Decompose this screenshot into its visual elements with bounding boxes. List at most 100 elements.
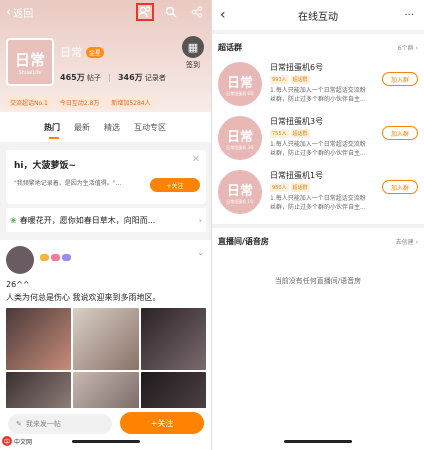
create-live-link[interactable]: 去创建 › — [396, 237, 418, 246]
group-item[interactable]: 日常 日常扭蛋机 1号 日常扭蛋机1号 980人 超话群 1.每人只能加入一个日常超… — [218, 170, 418, 220]
group-avatar-text: 日常 — [226, 129, 253, 145]
badge-icon — [51, 254, 60, 261]
group-item[interactable]: 日常 日常扭蛋机 6号 日常扭蛋机6号 993人 超话群 1.每人只能加入一个日常超… — [218, 62, 418, 112]
group-avatar: 日常 日常扭蛋机 3号 — [218, 116, 262, 160]
chevron-left-icon: ‹ — [6, 5, 12, 20]
group-pills: 交流超话No.1 今日互动2.8万 新增加5284人 — [6, 96, 155, 109]
close-icon[interactable]: ✕ — [192, 154, 200, 165]
group-avatar-subtext: 日常扭蛋机 1号 — [226, 198, 254, 204]
badge-icon — [62, 254, 71, 261]
pill-interactions[interactable]: 今日互动2.8万 — [55, 96, 104, 109]
greeting-title: hi，大菠萝饭~ — [14, 161, 77, 171]
site-logo-icon: 中 — [2, 436, 12, 446]
search-icon[interactable] — [162, 3, 180, 21]
group-stats: 465万 帖子 346万 记录者 — [60, 72, 166, 83]
group-tag: 超话群 — [290, 129, 310, 138]
group-avatar-text: 日常 — [226, 75, 253, 91]
left-screen: ‹ 返回 日常 ShuaiLife 日常 金星 465万 帖子 346万 记录者 — [0, 0, 212, 450]
content-tabs: 热门 最新 精选 互动专区 — [0, 112, 212, 142]
page-header: ‹ 在线互动 ··· — [212, 0, 424, 30]
section-title: 超话群 — [218, 43, 242, 52]
compose-placeholder: 我来发一帖 — [25, 420, 61, 428]
members-label: 记录者 — [144, 74, 166, 82]
members-stat: 346万 记录者 — [118, 72, 166, 83]
back-icon[interactable]: ‹ — [220, 7, 226, 23]
calendar-icon: ▦ — [182, 36, 204, 58]
online-interaction-icon[interactable] — [136, 3, 154, 21]
group-item[interactable]: 日常 日常扭蛋机 3号 日常扭蛋机3号 755人 超话群 1.每人只能加入一个日常超… — [218, 116, 418, 166]
author-badges — [40, 254, 71, 261]
group-avatar: 日常 ShuaiLife — [6, 38, 54, 86]
group-avatar-text: 日常 — [226, 183, 253, 199]
group-avatar: 日常 日常扭蛋机 1号 — [218, 170, 262, 214]
back-button[interactable]: ‹ 返回 — [6, 5, 33, 20]
greeting-card: hi，大菠萝饭~ "我频繁地记录着，是因为生活值得。"... ✕ +关注 — [6, 150, 206, 204]
pill-rank[interactable]: 交流超话No.1 — [6, 96, 52, 109]
join-group-button[interactable]: 加入群 — [382, 72, 418, 86]
avatar-text: 日常 — [14, 50, 45, 69]
announcement-text: 春暖花开，愿你如春日草木，向阳而... — [19, 215, 156, 225]
watermark-text: 中文网 — [14, 438, 33, 446]
stats-divider — [108, 73, 110, 82]
home-indicator — [72, 440, 140, 443]
section-title: 直播间/语音房 — [218, 237, 269, 246]
group-tags: 993人 超话群 — [270, 75, 310, 84]
signin-button[interactable]: ▦ 签到 — [182, 36, 204, 70]
member-count: 980人 — [270, 183, 289, 192]
post-image[interactable] — [73, 308, 139, 370]
post-text-line1: 26^^ — [6, 280, 30, 289]
create-live-label: 去创建 — [395, 239, 414, 246]
post-author-avatar[interactable] — [6, 246, 34, 274]
group-avatar: 日常 日常扭蛋机 6号 — [218, 62, 262, 106]
group-tag: 超话群 — [290, 75, 310, 84]
group-desc: 1.每人只能加入一个日常超话交流粉丝群，防止过多个群的小伙伴自主... — [270, 195, 366, 211]
post-text-line2: 人类为何总是伤心 我说欢迎来到多雨地区。 — [6, 293, 161, 302]
sprout-icon: ❀ — [10, 215, 17, 225]
tab-hot[interactable]: 热门 — [44, 122, 60, 139]
compose-input[interactable]: ✎ 我来发一帖 — [8, 414, 112, 434]
more-icon[interactable]: ··· — [404, 10, 414, 21]
chat-groups-section: 超话群 6个群 › 日常 日常扭蛋机 6号 日常扭蛋机6号 993人 超话群 1.每… — [212, 34, 424, 224]
live-rooms-section: 直播间/语音房 去创建 › 当前没有任何直播间/语音房 — [212, 228, 424, 450]
pencil-icon: ✎ — [16, 420, 22, 428]
signin-label: 签到 — [186, 61, 200, 69]
follow-button[interactable]: +关注 — [120, 412, 204, 434]
chevron-down-icon[interactable]: ⌄ — [197, 248, 204, 257]
members-count: 346万 — [117, 73, 143, 82]
post-card[interactable]: ⌄ 26^^ 人类为何总是伤心 我说欢迎来到多雨地区。 — [0, 240, 212, 434]
greeting-desc: "我频繁地记录着，是因为生活值得。"... — [14, 180, 122, 187]
avatar-subtext: ShuaiLife — [18, 69, 42, 76]
empty-state-text: 当前没有任何直播间/语音房 — [274, 277, 362, 285]
right-screen: ‹ 在线互动 ··· 超话群 6个群 › 日常 日常扭蛋机 6号 日常扭蛋机6号 … — [212, 0, 424, 450]
group-tags: 755人 超话群 — [270, 129, 310, 138]
tab-latest[interactable]: 最新 — [74, 122, 90, 133]
chat-count: 6个群 — [397, 45, 414, 52]
posts-stat: 465万 帖子 — [60, 72, 101, 83]
chevron-right-icon: › — [198, 215, 202, 225]
member-count: 755人 — [270, 129, 289, 138]
share-icon[interactable] — [188, 3, 206, 21]
tab-featured[interactable]: 精选 — [104, 122, 120, 133]
posts-label: 帖子 — [86, 74, 101, 82]
join-group-button[interactable]: 加入群 — [382, 180, 418, 194]
post-image[interactable] — [6, 308, 72, 370]
group-avatar-subtext: 日常扭蛋机 3号 — [226, 144, 254, 150]
group-header: ‹ 返回 日常 ShuaiLife 日常 金星 465万 帖子 346万 记录者 — [0, 0, 212, 112]
member-count: 993人 — [270, 75, 289, 84]
tab-interaction-zone[interactable]: 互动专区 — [134, 122, 166, 133]
page-title: 在线互动 — [298, 11, 338, 23]
watermark: 中 中文网 — [2, 436, 32, 446]
group-desc: 1.每人只能加入一个日常超话交流粉丝群，防止过多个群的小伙伴自主... — [270, 87, 366, 103]
group-avatar-subtext: 日常扭蛋机 6号 — [226, 90, 254, 96]
group-title: 日常 金星 — [60, 44, 105, 60]
header-actions — [136, 3, 206, 21]
announcement-bar[interactable]: ❀ 春暖花开，愿你如春日草木，向阳而... › — [6, 208, 206, 232]
chat-count-link[interactable]: 6个群 › — [398, 43, 418, 52]
pill-new-members[interactable]: 新增加5284人 — [107, 96, 155, 109]
back-label: 返回 — [13, 9, 34, 20]
greeting-follow-button[interactable]: +关注 — [150, 178, 200, 192]
badge-icon — [40, 254, 49, 261]
join-group-button[interactable]: 加入群 — [382, 126, 418, 140]
group-name: 日常 — [60, 46, 82, 59]
post-image[interactable] — [140, 308, 206, 370]
